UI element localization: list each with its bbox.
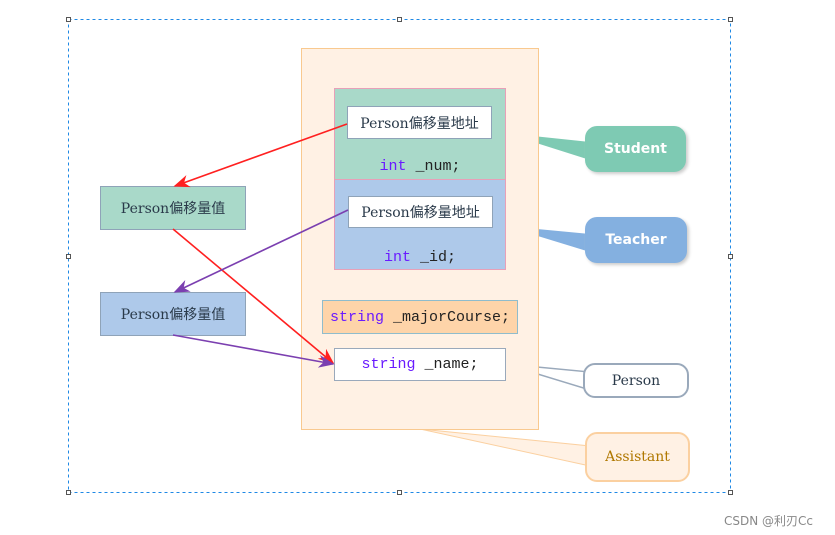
resize-handle[interactable]: [66, 490, 71, 495]
arrows: [172, 123, 349, 368]
resize-handle[interactable]: [728, 254, 733, 259]
student-pointer-arrow: [173, 123, 348, 188]
resize-handle[interactable]: [728, 490, 733, 495]
resize-handle[interactable]: [397, 490, 402, 495]
resize-handle[interactable]: [728, 17, 733, 22]
resize-handle[interactable]: [66, 17, 71, 22]
resize-handle[interactable]: [66, 254, 71, 259]
resize-handle[interactable]: [397, 17, 402, 22]
teacher-offset-arrow: [172, 334, 335, 368]
watermark: CSDN @利刃Cc: [724, 514, 814, 528]
teacher-pointer-arrow: [173, 209, 349, 293]
student-offset-arrow: [172, 228, 335, 365]
